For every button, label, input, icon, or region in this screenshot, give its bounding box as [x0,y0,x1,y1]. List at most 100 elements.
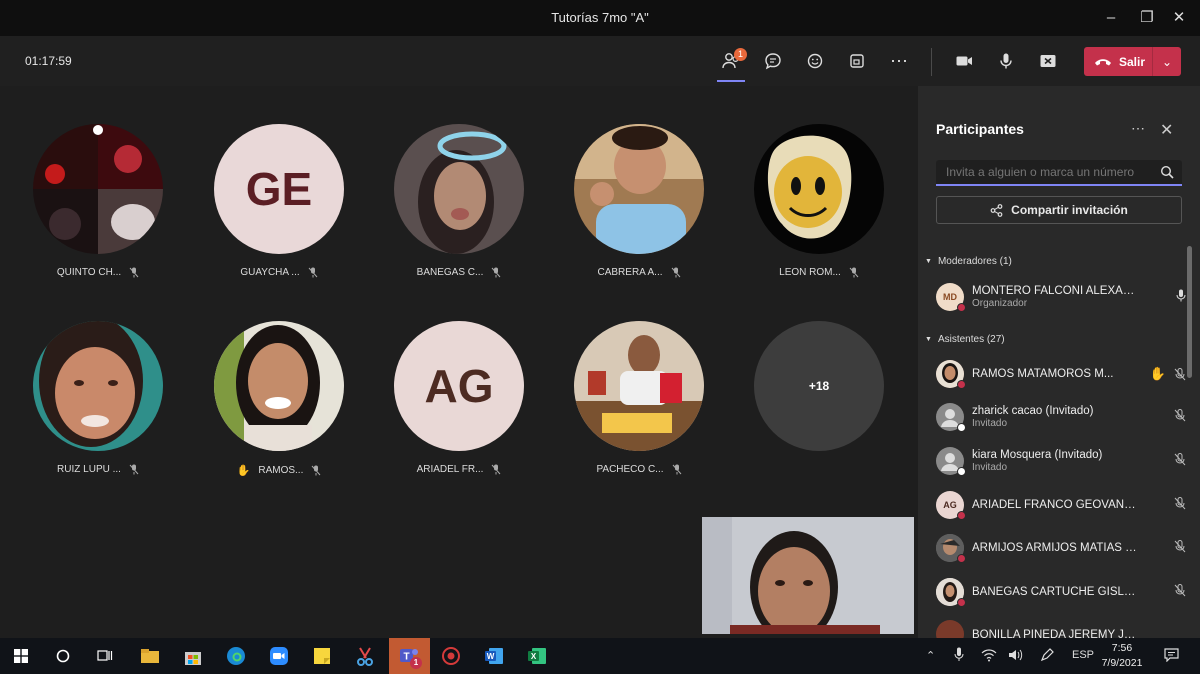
file-explorer-icon[interactable] [137,643,163,669]
share-invitation-button[interactable]: Compartir invitación [936,196,1182,224]
presence-busy-dot [957,303,966,312]
participant-tile[interactable]: PACHECO C... [573,321,705,475]
participant-row[interactable]: AG ARIADEL FRANCO GEOVANN... [936,486,1186,524]
participant-photo [33,124,163,254]
more-participants-tile[interactable]: +18 [753,321,885,451]
input-language[interactable]: ESP [1072,649,1094,661]
participant-tile[interactable]: AG ARIADEL FR... [393,321,525,475]
hangup-icon [1095,58,1111,65]
presence-busy-dot [957,554,966,563]
leave-button[interactable]: Salir ⌄ [1084,47,1181,76]
app-red-circle-icon[interactable] [438,643,464,669]
participant-tile[interactable]: LEON ROM... [753,124,885,278]
panel-close-icon[interactable]: ✕ [1160,120,1173,140]
camera-icon[interactable] [950,48,978,74]
teams-meeting-window: Tutorías 7mo "A" – ❐ ✕ 01:17:59 1 ⋯ Sali… [0,0,1200,674]
stop-sharing-icon[interactable] [1034,48,1062,74]
excel-icon[interactable]: X [524,643,550,669]
volume-icon[interactable] [1008,648,1024,665]
meeting-timer: 01:17:59 [25,54,72,68]
participant-name: LEON ROM... [779,267,841,278]
participant-row[interactable]: ARMIJOS ARMIJOS MATIAS E... [936,529,1186,567]
participants-panel: Participantes ⋯ ✕ Compartir invitación ▼… [918,86,1200,638]
hand-raised-icon: ✋ [236,465,251,477]
more-actions-icon[interactable]: ⋯ [885,48,913,74]
mic-off-icon [491,267,501,278]
participant-row[interactable]: zharick cacao (Invitado) Invitado [936,398,1186,436]
minimize-icon[interactable]: – [1098,6,1124,30]
participant-row[interactable]: kiara Mosquera (Invitado) Invitado [936,442,1186,480]
participant-photo [574,124,704,254]
participant-row-name: ARIADEL FRANCO GEOVANN... [972,499,1140,511]
windows-start-icon[interactable] [8,643,34,669]
participant-tile[interactable]: QUINTO CH... [32,124,164,278]
participant-row[interactable]: RAMOS MATAMOROS M... ✋ [936,355,1186,393]
hand-raised-icon: ✋ [1149,366,1166,381]
close-icon[interactable]: ✕ [1166,6,1192,30]
svg-text:X: X [531,652,537,661]
participant-tile[interactable]: BANEGAS C... [393,124,525,278]
participant-tile[interactable]: CABRERA A... [573,124,705,278]
participant-tile[interactable]: RUIZ LUPU ... [32,321,164,475]
participant-name: PACHECO C... [596,464,664,475]
taskbar-clock[interactable]: 7:56 7/9/2021 [1099,641,1145,671]
sticky-notes-icon[interactable] [309,643,335,669]
clock-date: 7/9/2021 [1101,657,1143,669]
participant-tile[interactable]: ✋ RAMOS... [213,321,345,477]
panel-title: Participantes [936,121,1024,137]
reactions-icon[interactable] [801,48,829,74]
participant-row-name: ARMIJOS ARMIJOS MATIAS E... [972,542,1140,554]
avatar [936,620,964,638]
zoom-icon[interactable] [266,643,292,669]
participant-row[interactable]: BONILLA PINEDA JEREMY JO... [936,616,1186,638]
search-circle-icon[interactable] [50,643,76,669]
edge-browser-icon[interactable] [223,643,249,669]
breakout-rooms-icon[interactable] [843,48,871,74]
participant-row-role: Invitado [972,418,1008,429]
attendees-section-header[interactable]: ▼ Asistentes (27) [925,334,1005,345]
avatar: MD [936,283,966,312]
participant-name: BANEGAS C... [416,267,484,278]
restore-icon[interactable]: ❐ [1134,6,1160,30]
panel-more-icon[interactable]: ⋯ [1131,120,1145,137]
pen-workspace-icon[interactable] [1040,648,1054,665]
participant-name: QUINTO CH... [56,267,122,278]
presence-offline-dot [957,423,966,432]
invite-search-input[interactable] [936,160,1146,184]
participant-photo [214,321,344,451]
avatar: AG [936,491,966,520]
search-icon[interactable] [1160,165,1174,179]
mic-off-icon [311,465,321,476]
mic-off-icon [492,464,501,475]
leave-main[interactable]: Salir [1084,47,1152,76]
task-view-icon[interactable] [92,643,118,669]
invite-search-field[interactable] [936,160,1182,186]
avatar [936,403,966,432]
participant-name: GUAYCHA ... [240,267,300,278]
microsoft-store-icon[interactable] [180,643,206,669]
participants-badge: 1 [734,48,747,61]
word-icon[interactable]: W [481,643,507,669]
participant-row-name: kiara Mosquera (Invitado) [972,449,1103,461]
presence-offline-dot [957,467,966,476]
tray-microphone-icon[interactable] [954,647,964,665]
leave-options-chevron-icon[interactable]: ⌄ [1153,55,1181,69]
wifi-icon[interactable] [981,648,997,665]
window-title: Tutorías 7mo "A" [551,10,649,25]
tray-chevron-up-icon[interactable]: ⌃ [926,649,935,662]
participant-tile[interactable]: GE GUAYCHA ... [213,124,345,278]
participant-row[interactable]: MD MONTERO FALCONI ALEXAN... Organizador [936,278,1186,316]
more-participants-count: +18 [754,321,884,451]
mic-off-icon [1174,540,1186,553]
moderators-header-label: Moderadores (1) [937,256,1012,267]
participant-row[interactable]: BANEGAS CARTUCHE GISLAY... [936,573,1186,611]
chat-icon[interactable] [759,48,787,74]
participant-name: CABRERA A... [597,267,663,278]
notifications-icon[interactable] [1164,648,1179,665]
meeting-stage: QUINTO CH... GE GUAYCHA ... BANEGAS C...… [0,86,918,638]
microphone-icon[interactable] [992,48,1020,74]
participant-photo [33,321,163,451]
panel-scrollbar[interactable] [1187,246,1192,378]
snip-sketch-icon[interactable] [352,643,378,669]
moderators-section-header[interactable]: ▼ Moderadores (1) [925,256,1012,267]
